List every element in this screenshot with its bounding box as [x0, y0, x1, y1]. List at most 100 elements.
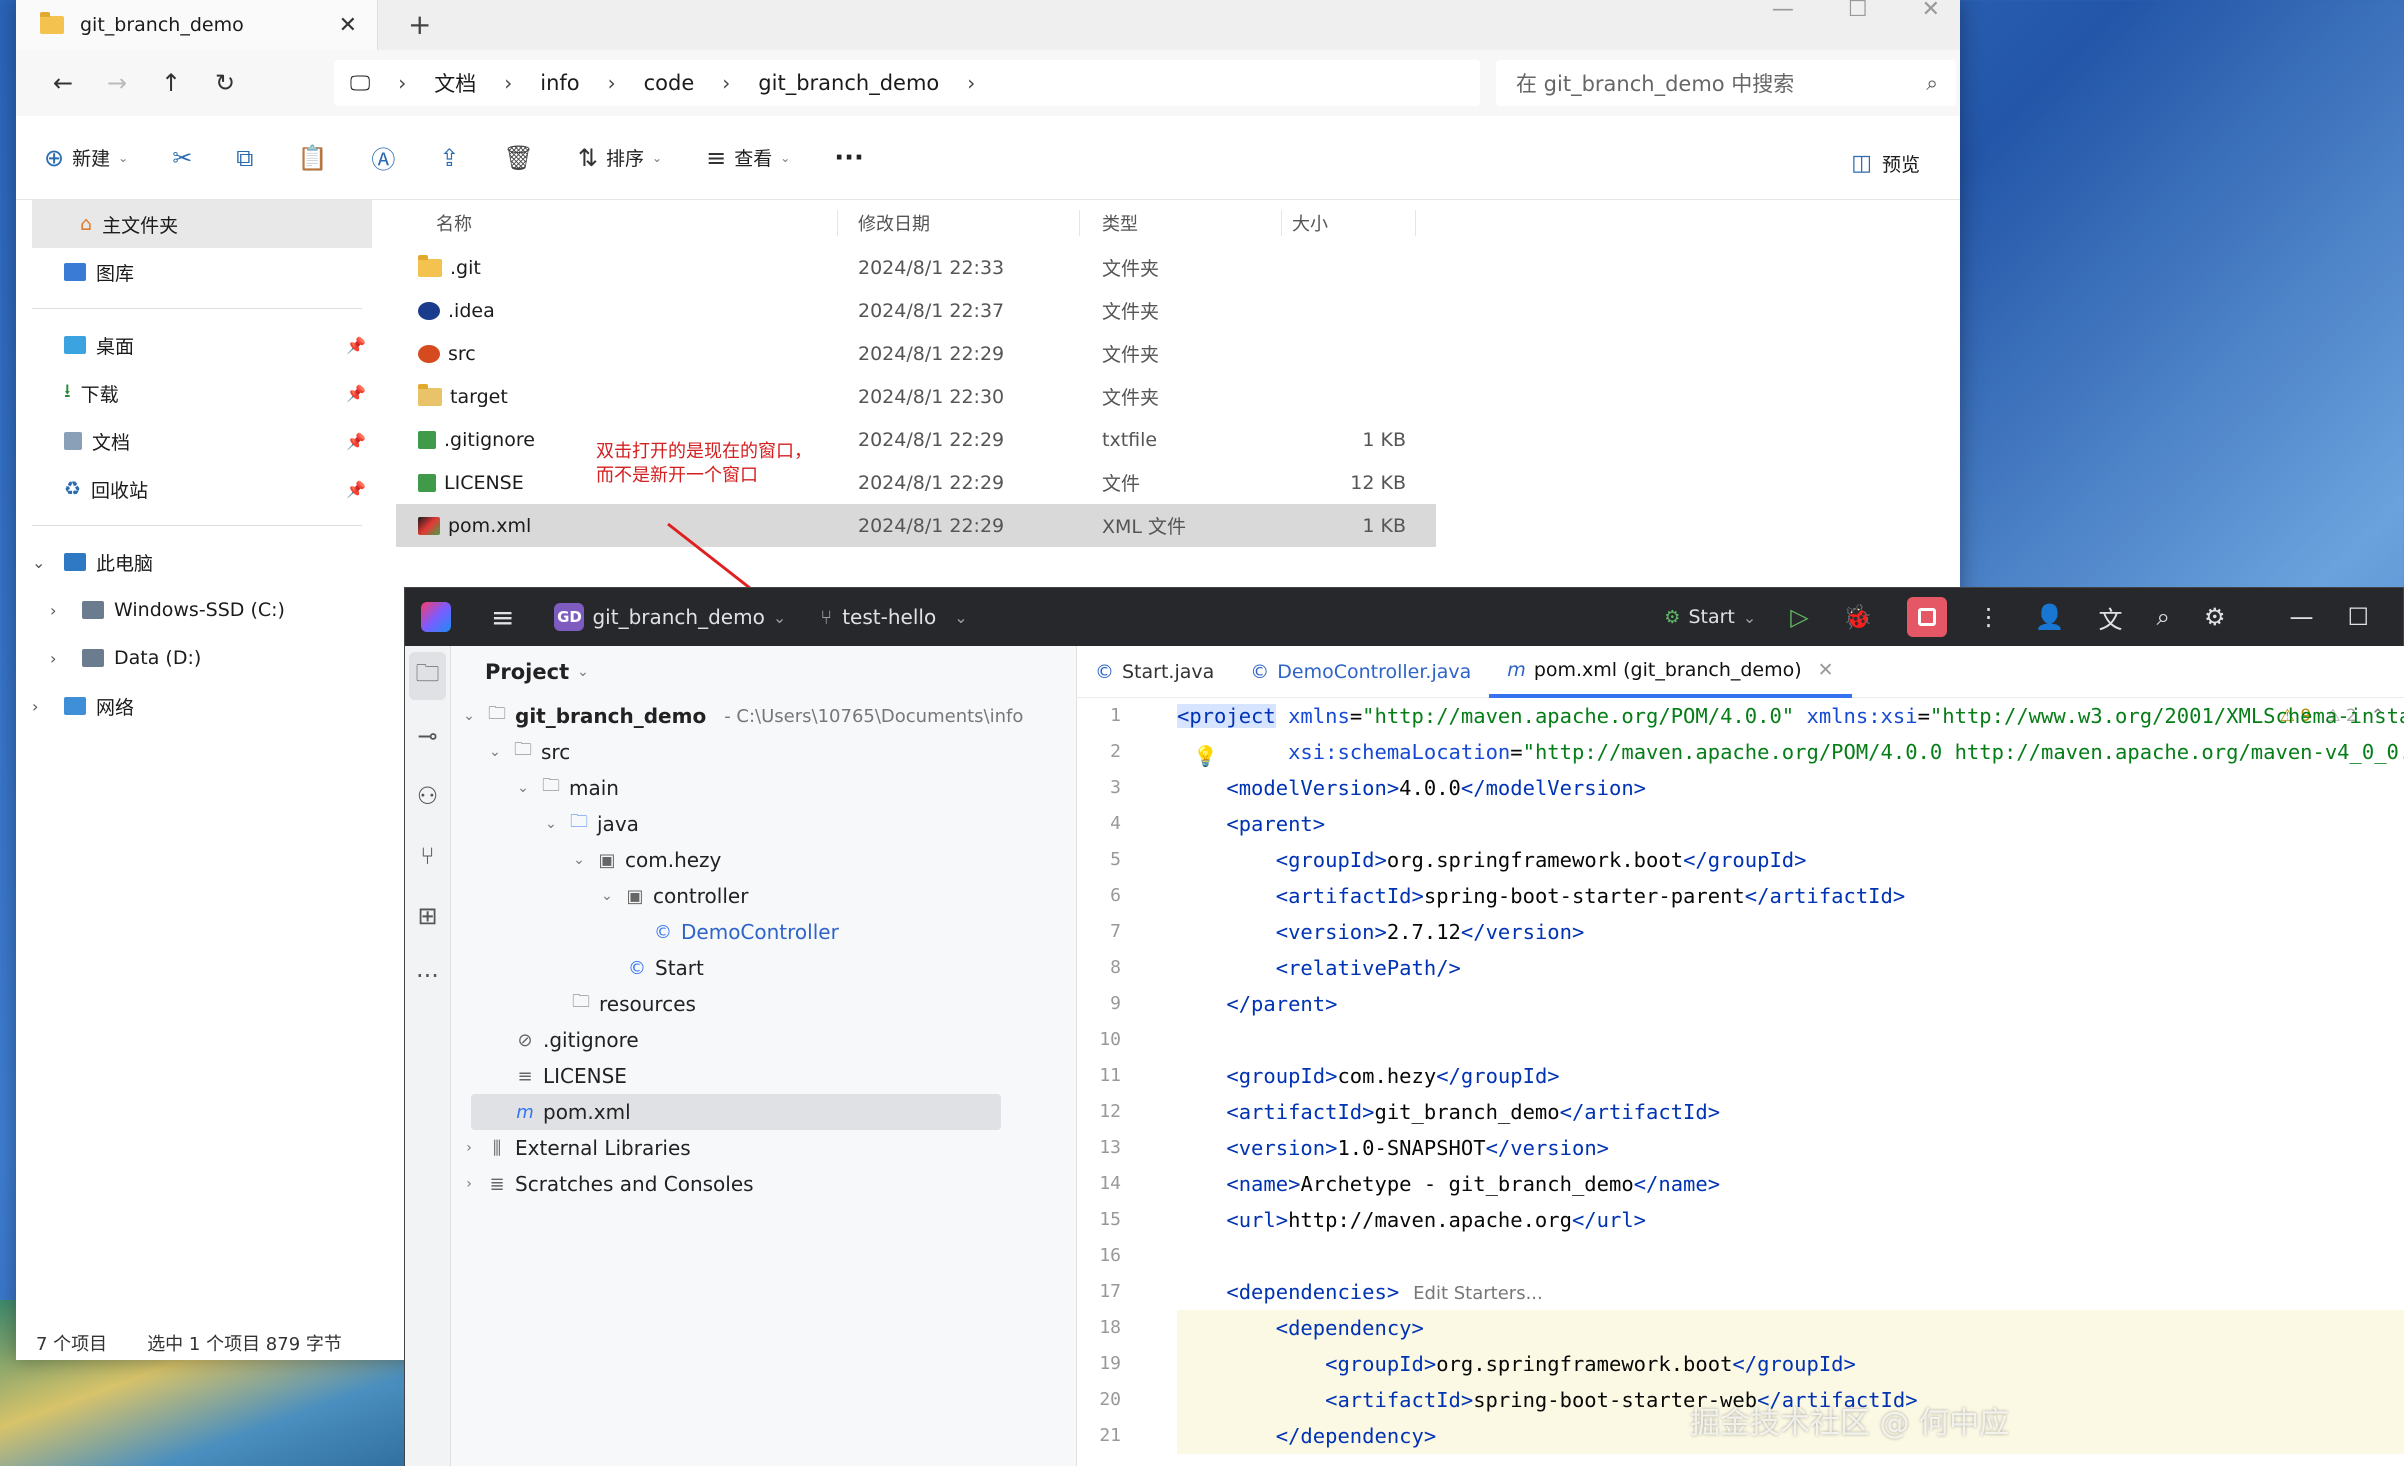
tree-label: controller [653, 884, 749, 908]
line-number: 20 [1099, 1389, 1121, 1410]
tree-label: src [541, 740, 571, 764]
project-badge[interactable]: GD [554, 603, 585, 631]
package-icon: ▣ [626, 885, 644, 907]
stop-icon [1917, 608, 1936, 626]
code-line: <dependency> [1177, 1310, 2404, 1346]
tree-node-scratches[interactable]: › ≣ Scratches and Consoles [451, 1166, 1076, 1202]
chevron-down-icon[interactable]: ⌄ [569, 852, 589, 868]
tree-node-resources[interactable]: 🗀 resources [451, 986, 1076, 1022]
translate-icon[interactable]: 文 [2099, 600, 2123, 635]
tab-democontroller-java[interactable]: © DemoController.java [1232, 646, 1489, 698]
line-number: 19 [1099, 1353, 1121, 1374]
project-name[interactable]: git_branch_demo [592, 605, 764, 629]
run-icon[interactable]: ▷ [1790, 603, 1808, 631]
folder-icon: 🗀 [542, 775, 560, 796]
structure-icon[interactable]: ⊞ [405, 886, 450, 946]
maximize-icon[interactable]: ☐ [2347, 603, 2369, 631]
line-number: 4 [1110, 813, 1121, 834]
ide-titlebar: ≡ GD git_branch_demo ⌄ ⑂ test-hello ⌄ ⚙ … [405, 588, 2403, 646]
tree-node-license[interactable]: ≡ LICENSE [451, 1058, 1076, 1094]
tree-node-java[interactable]: ⌄ 🗀 java [451, 806, 1076, 842]
tree-label: Scratches and Consoles [515, 1172, 754, 1196]
code-line: <relativePath/> [1275, 956, 1461, 980]
tree-node-start[interactable]: © Start [451, 950, 1076, 986]
more-tools-icon[interactable]: ··· [405, 946, 450, 1006]
code-with-me-icon[interactable]: 👤 [2035, 603, 2065, 631]
line-number: 10 [1099, 1029, 1121, 1050]
code-line: <name>Archetype - git_branch_demo</name> [1226, 1172, 1721, 1196]
chevron-down-icon[interactable]: ⌄ [773, 608, 786, 627]
maven-icon: m [516, 1101, 534, 1123]
search-icon[interactable]: ⌕ [2157, 603, 2170, 631]
line-number: 8 [1110, 957, 1121, 978]
tree-label: Start [655, 956, 704, 980]
line-number: 16 [1099, 1245, 1121, 1266]
editor-area: © Start.java © DemoController.java m pom… [1077, 646, 2404, 1466]
debug-icon[interactable]: 🐞 [1843, 603, 1873, 631]
chevron-down-icon[interactable]: ⌄ [459, 708, 479, 724]
code-line: xsi:schemaLocation="http://maven.apache.… [1288, 740, 2404, 764]
tree-node-pom[interactable]: m pom.xml [471, 1094, 1001, 1130]
minimize-icon[interactable]: — [2289, 603, 2313, 631]
scratches-icon: ≣ [489, 1173, 505, 1195]
branch-widget[interactable]: ⑂ test-hello ⌄ [820, 605, 967, 629]
settings-gear-icon[interactable]: ⚙ [2204, 603, 2226, 631]
project-panel: Project ⌄ ⌄ 🗀 git_branch_demo - C:\Users\… [451, 646, 1077, 1466]
chevron-down-icon[interactable]: ⌄ [513, 780, 533, 796]
more-actions-icon[interactable]: ⋮ [1977, 603, 2001, 631]
code-line: <version>2.7.12</version> [1275, 920, 1585, 944]
tree-node-main[interactable]: ⌄ 🗀 main [451, 770, 1076, 806]
chevron-down-icon: ⌄ [954, 607, 968, 627]
tree-node-external-libraries[interactable]: › ⫼ External Libraries [451, 1130, 1076, 1166]
chevron-down-icon[interactable]: ⌄ [597, 888, 617, 904]
tree-label: com.hezy [625, 848, 722, 872]
tab-start-java[interactable]: © Start.java [1077, 646, 1232, 698]
tab-pom-xml[interactable]: m pom.xml (git_branch_demo) ✕ [1489, 646, 1852, 698]
chevron-right-icon[interactable]: › [459, 1176, 479, 1192]
run-config-selector[interactable]: ⚙ Start ⌄ [1664, 606, 1756, 628]
line-number: 9 [1110, 993, 1121, 1014]
tree-node-package[interactable]: ⌄ ▣ com.hezy [451, 842, 1076, 878]
class-icon: © [654, 921, 672, 943]
spring-class-icon: © [1095, 660, 1114, 683]
tree-node-democontroller[interactable]: © DemoController [451, 914, 1076, 950]
package-icon: ▣ [598, 849, 616, 871]
code-line: </parent> [1226, 992, 1338, 1016]
tree-node-controller[interactable]: ⌄ ▣ controller [451, 878, 1076, 914]
tree-label: External Libraries [515, 1136, 691, 1160]
close-tab-icon[interactable]: ✕ [1818, 659, 1834, 681]
line-number: 14 [1099, 1173, 1121, 1194]
chevron-down-icon[interactable]: ⌄ [541, 816, 561, 832]
maven-icon: m [1507, 658, 1526, 681]
project-panel-header[interactable]: Project ⌄ [451, 646, 1076, 698]
tree-label: pom.xml [543, 1100, 631, 1124]
tree-node-gitignore[interactable]: ⊘ .gitignore [451, 1022, 1076, 1058]
code-line: <dependencies> Edit Starters... [1226, 1280, 1543, 1304]
text-file-icon: ≡ [517, 1065, 533, 1087]
line-number: 21 [1099, 1425, 1121, 1446]
tree-label: git_branch_demo [515, 704, 707, 728]
tree-node-src[interactable]: ⌄ 🗀 src [451, 734, 1076, 770]
chevron-right-icon[interactable]: › [459, 1140, 479, 1156]
stop-button[interactable] [1906, 597, 1947, 637]
tree-node-root[interactable]: ⌄ 🗀 git_branch_demo - C:\Users\10765\Docu… [451, 698, 1076, 734]
code-line: <project xmlns="http://maven.apache.org/… [1177, 704, 2404, 728]
branch-name: test-hello [842, 605, 937, 629]
line-number: 15 [1099, 1209, 1121, 1230]
project-tool-icon[interactable]: 🗀 [409, 652, 446, 700]
watermark: 掘金技术社区 @ 何中应 [1690, 1406, 2010, 1441]
editor-tabs: © Start.java © DemoController.java m pom… [1077, 646, 2404, 698]
line-number: 2 [1110, 741, 1121, 762]
code-line: <parent> [1226, 812, 1326, 836]
git-branch-icon: ⑂ [820, 605, 833, 629]
chevron-down-icon[interactable]: ⌄ [485, 744, 505, 760]
pull-requests-icon[interactable]: ⑂ [405, 826, 450, 886]
code-content[interactable]: <project xmlns="http://maven.apache.org/… [1177, 698, 2404, 1454]
commit-icon[interactable]: ⊸ [405, 706, 450, 766]
edit-starters-hint[interactable]: Edit Starters... [1413, 1283, 1543, 1304]
spring-boot-icon: ⚙ [1664, 606, 1681, 628]
main-menu-icon[interactable]: ≡ [491, 601, 514, 634]
code-line: <modelVersion>4.0.0</modelVersion> [1226, 776, 1647, 800]
endpoints-icon[interactable]: ⚇ [405, 766, 450, 826]
intellij-logo-icon[interactable] [421, 602, 451, 632]
